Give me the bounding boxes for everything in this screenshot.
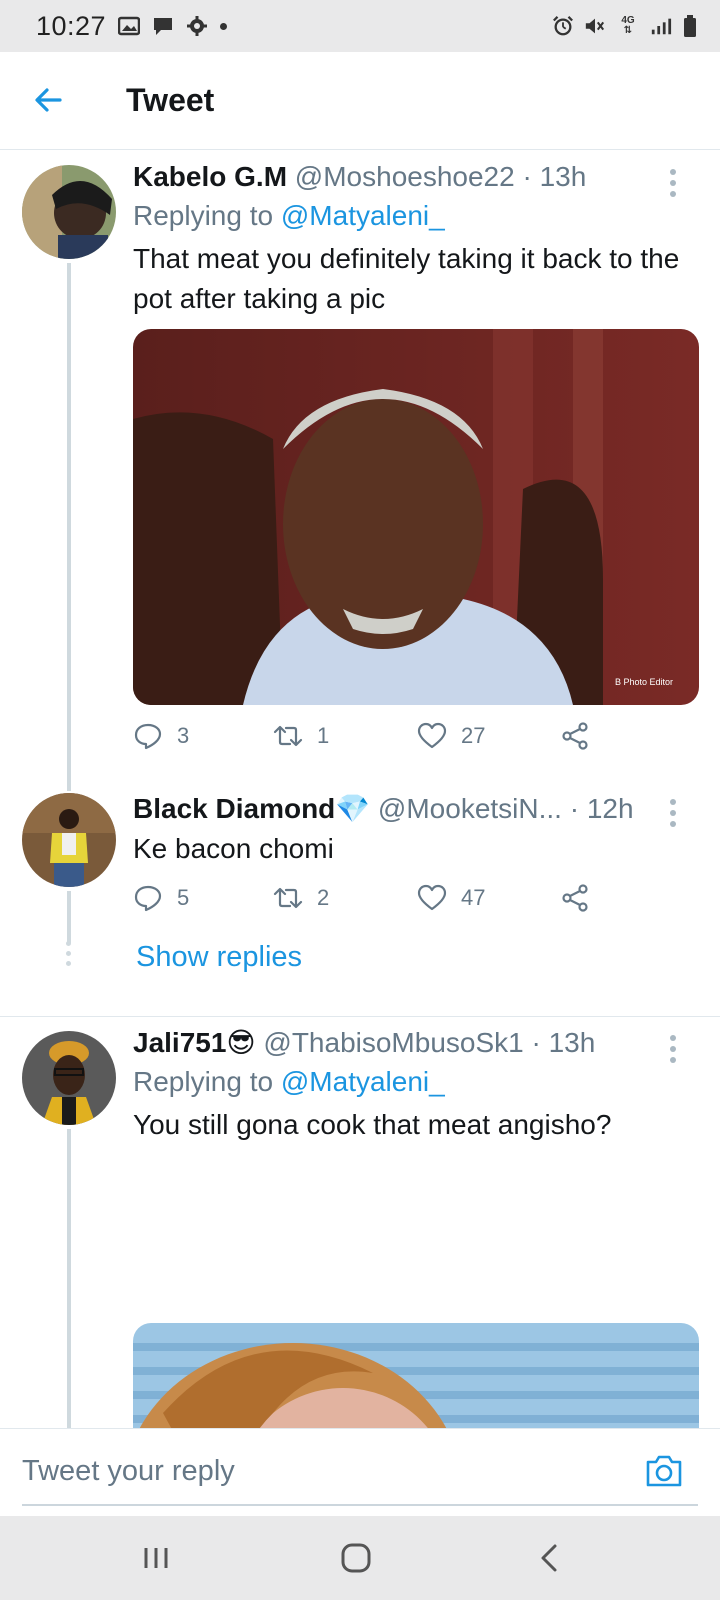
- retweet-icon: [273, 725, 303, 747]
- heart-icon: [417, 722, 447, 749]
- back-arrow-icon[interactable]: [30, 82, 66, 118]
- user-name[interactable]: Kabelo G.M: [133, 161, 287, 192]
- reply-icon: [134, 723, 162, 750]
- tweet-image[interactable]: [133, 1323, 699, 1428]
- tweet-text: You still gona cook that meat angisho?: [133, 1109, 612, 1140]
- reply-input-underline: [22, 1504, 698, 1506]
- like-button[interactable]: 47: [417, 883, 485, 913]
- tweet-meta: Black Diamond💎 @MooketsiN... · 12h: [133, 791, 700, 827]
- retweet-icon: [273, 887, 303, 909]
- reply-button[interactable]: 5: [133, 883, 189, 913]
- thread-dots: [66, 941, 72, 971]
- meta-separator: ·: [569, 793, 580, 824]
- more-notifications-dot: [220, 22, 228, 30]
- user-name[interactable]: Jali751😎: [133, 1027, 256, 1058]
- tweet-text: Ke bacon chomi: [133, 833, 334, 864]
- reply-count: 3: [177, 723, 190, 748]
- share-button[interactable]: [561, 721, 591, 751]
- like-button[interactable]: 27: [417, 721, 485, 751]
- gallery-notification-icon: [118, 16, 141, 36]
- tweet-body: Black Diamond💎 @MooketsiN... · 12h Ke ba…: [133, 791, 700, 869]
- tweet-thread[interactable]: Kabelo G.M @Moshoeshoe22 · 13h Replying …: [0, 151, 720, 1428]
- like-count: 47: [461, 885, 486, 910]
- reply-input[interactable]: Tweet your reply: [22, 1455, 235, 1488]
- reply-composer[interactable]: Tweet your reply: [0, 1428, 720, 1516]
- signal-icon: [650, 16, 672, 36]
- page-title: Tweet: [126, 82, 215, 118]
- replying-to-mention[interactable]: @Matyaleni_: [281, 200, 445, 231]
- reply-tweet[interactable]: Black Diamond💎 @MooketsiN... · 12h Ke ba…: [0, 791, 720, 996]
- meta-separator: ·: [531, 1027, 541, 1058]
- reply-icon: [134, 885, 162, 912]
- reply-count: 5: [177, 885, 190, 910]
- meta-separator: ·: [522, 161, 532, 192]
- like-count: 27: [461, 723, 486, 748]
- replying-to-prefix: Replying to: [133, 200, 274, 231]
- replying-to: Replying to @Matyaleni_: [133, 197, 700, 235]
- reply-tweet[interactable]: Kabelo G.M @Moshoeshoe22 · 13h Replying …: [0, 151, 720, 791]
- share-button[interactable]: [561, 883, 591, 913]
- reply-tweet[interactable]: Jali751😎 @ThabisoMbusoSk1 · 13h Replying…: [0, 1017, 720, 1428]
- battery-icon: [682, 15, 698, 37]
- show-replies-link[interactable]: Show replies: [136, 941, 302, 974]
- avatar[interactable]: [22, 793, 116, 887]
- heart-icon: [417, 884, 447, 911]
- tweet-meta: Kabelo G.M @Moshoeshoe22 · 13h: [133, 159, 700, 195]
- tweet-actions: 3 1 27: [133, 721, 613, 761]
- mute-icon: [584, 16, 606, 36]
- recent-apps-icon[interactable]: [136, 1538, 176, 1578]
- more-options-icon[interactable]: [670, 799, 678, 832]
- tweet-actions: 5 2 47: [133, 883, 613, 923]
- network-type-icon: 4G ⇅: [621, 15, 635, 36]
- replying-to-mention[interactable]: @Matyaleni_: [281, 1066, 445, 1097]
- retweet-count: 1: [317, 723, 330, 748]
- system-nav-bar: [0, 1516, 720, 1600]
- tweet-image[interactable]: B Photo Editor: [133, 329, 699, 705]
- retweet-button[interactable]: 1: [273, 721, 329, 751]
- status-bar: 10:27 4G ⇅: [0, 0, 720, 52]
- replying-to: Replying to @Matyaleni_: [133, 1063, 700, 1101]
- tweet-meta: Jali751😎 @ThabisoMbusoSk1 · 13h: [133, 1025, 700, 1061]
- tweet-time: 13h: [548, 1027, 596, 1058]
- image-watermark: B Photo Editor: [615, 677, 673, 687]
- replying-to-prefix: Replying to: [133, 1066, 274, 1097]
- camera-icon[interactable]: [644, 1453, 684, 1489]
- user-handle[interactable]: @ThabisoMbusoSk1: [263, 1027, 523, 1058]
- thread-line: [67, 263, 71, 791]
- avatar[interactable]: [22, 1031, 116, 1125]
- tweet-time: 13h: [539, 161, 587, 192]
- thread-line: [67, 891, 71, 943]
- reply-button[interactable]: 3: [133, 721, 189, 751]
- app-header: Tweet: [0, 52, 720, 150]
- clock: 10:27: [36, 10, 107, 41]
- user-handle[interactable]: @Moshoeshoe22: [295, 161, 515, 192]
- more-options-icon[interactable]: [670, 1035, 678, 1068]
- home-icon[interactable]: [336, 1538, 376, 1578]
- retweet-button[interactable]: 2: [273, 883, 329, 913]
- thread-line: [67, 1129, 71, 1428]
- tweet-time: 12h: [586, 793, 634, 824]
- more-options-icon[interactable]: [670, 169, 678, 202]
- tweet-body: Kabelo G.M @Moshoeshoe22 · 13h Replying …: [133, 159, 700, 319]
- back-nav-icon[interactable]: [530, 1538, 570, 1578]
- message-notification-icon: [152, 16, 174, 36]
- user-name[interactable]: Black Diamond💎: [133, 793, 370, 824]
- alarm-icon: [552, 16, 574, 36]
- retweet-count: 2: [317, 885, 330, 910]
- settings-notification-icon: [186, 16, 208, 36]
- share-icon: [562, 722, 588, 750]
- user-handle[interactable]: @MooketsiN...: [378, 793, 562, 824]
- tweet-text: That meat you definitely taking it back …: [133, 243, 680, 314]
- share-icon: [562, 884, 588, 912]
- tweet-body: Jali751😎 @ThabisoMbusoSk1 · 13h Replying…: [133, 1025, 700, 1145]
- avatar[interactable]: [22, 165, 116, 259]
